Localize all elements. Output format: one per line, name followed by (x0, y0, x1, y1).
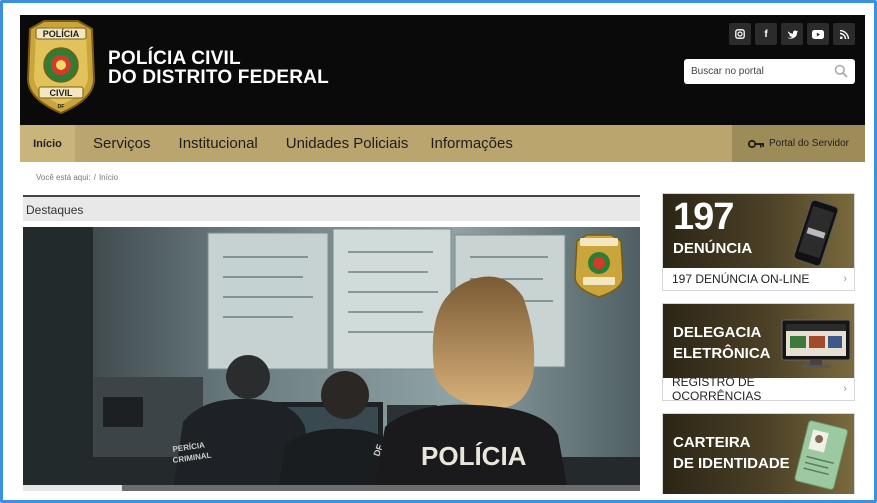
rss-icon[interactable] (833, 23, 855, 45)
card-denuncia[interactable]: 197 DENÚNCIA 197 DENÚNCIA ON-LINE › (662, 193, 855, 291)
card-delegacia-link-label: REGISTRO DE OCORRÊNCIAS (672, 375, 762, 403)
card-identidade-line1: CARTEIRA (673, 434, 751, 451)
site-title-line2: DO DISTRITO FEDERAL (108, 67, 329, 88)
staff-portal-button[interactable]: Portal do Servidor (732, 125, 865, 162)
breadcrumb: Você está aqui: / Início (36, 173, 118, 182)
breadcrumb-current[interactable]: Início (99, 173, 118, 182)
card-delegacia-line1: DELEGACIA (673, 324, 762, 341)
nav-item-police-units[interactable]: Unidades Policiais (272, 125, 423, 162)
key-icon (747, 139, 764, 148)
card-identidade-banner[interactable]: CARTEIRA DE IDENTIDADE (663, 414, 854, 494)
badge-top-text: POLÍCIA (43, 29, 80, 39)
card-delegacia[interactable]: DELEGACIA ELETRÔNICA REGISTRO DE OCORRÊN… (662, 303, 855, 403)
card-delegacia-line2: ELETRÔNICA (673, 345, 771, 362)
badge-df-text: DF (58, 104, 65, 110)
site-title[interactable]: POLÍCIA CIVIL DO DISTRITO FEDERAL (108, 49, 329, 87)
police-badge-logo[interactable]: POLÍCIA CIVIL DF (24, 19, 98, 115)
search-input[interactable] (691, 66, 826, 77)
card-denuncia-link-label: 197 DENÚNCIA ON-LINE (672, 272, 810, 286)
monitor-icon (781, 319, 851, 368)
card-identidade[interactable]: CARTEIRA DE IDENTIDADE (662, 413, 855, 494)
badge-bottom-text: CIVIL (49, 88, 73, 98)
slide-progress-fill (23, 485, 122, 491)
highlight-slide-photo[interactable]: PERÍCIA CRIMINAL POLÍCIA DF (23, 227, 640, 491)
card-denuncia-link[interactable]: 197 DENÚNCIA ON-LINE › (663, 268, 854, 290)
facebook-icon[interactable]: f (755, 23, 777, 45)
smartphone-icon (793, 200, 839, 266)
main-nav: Início Serviços Institucional Unidades P… (20, 125, 865, 162)
highlights-title-bar: Destaques (23, 195, 640, 221)
slide-badge-logo (574, 234, 624, 298)
search-icon[interactable] (834, 64, 848, 78)
card-denuncia-subtitle: DENÚNCIA (673, 240, 753, 257)
social-links: f (729, 23, 855, 45)
card-identidade-title: CARTEIRA DE IDENTIDADE (673, 432, 790, 474)
slide-progress-bar (23, 485, 640, 491)
breadcrumb-prefix: Você está aqui: (36, 173, 91, 182)
chevron-right-icon: › (843, 273, 847, 285)
vest-text-police: POLÍCIA (421, 441, 527, 471)
browser-frame: POLÍCIA CIVIL DF POLÍCIA CIVIL DO DISTRI… (0, 0, 877, 503)
highlights-title: Destaques (26, 203, 84, 217)
card-delegacia-title: DELEGACIA ELETRÔNICA (673, 322, 771, 364)
youtube-icon[interactable] (807, 23, 829, 45)
chevron-right-icon: › (843, 383, 847, 395)
nav-item-home[interactable]: Início (20, 125, 75, 162)
staff-portal-label: Portal do Servidor (768, 138, 850, 149)
id-card-icon (794, 420, 849, 490)
card-delegacia-link[interactable]: REGISTRO DE OCORRÊNCIAS › (663, 375, 854, 403)
card-denuncia-number: 197 (673, 196, 734, 238)
search-box (684, 59, 855, 84)
nav-item-institutional[interactable]: Institucional (165, 125, 272, 162)
card-identidade-line2: DE IDENTIDADE (673, 455, 790, 472)
site-header: POLÍCIA CIVIL DF POLÍCIA CIVIL DO DISTRI… (20, 15, 865, 125)
card-denuncia-banner[interactable]: 197 DENÚNCIA (663, 194, 854, 268)
nav-item-services[interactable]: Serviços (75, 125, 165, 162)
nav-item-information[interactable]: Informações (422, 125, 527, 162)
site-title-line1: POLÍCIA CIVIL (108, 48, 241, 69)
twitter-icon[interactable] (781, 23, 803, 45)
card-delegacia-banner[interactable]: DELEGACIA ELETRÔNICA (663, 304, 854, 378)
instagram-icon[interactable] (729, 23, 751, 45)
breadcrumb-separator: / (93, 173, 96, 182)
